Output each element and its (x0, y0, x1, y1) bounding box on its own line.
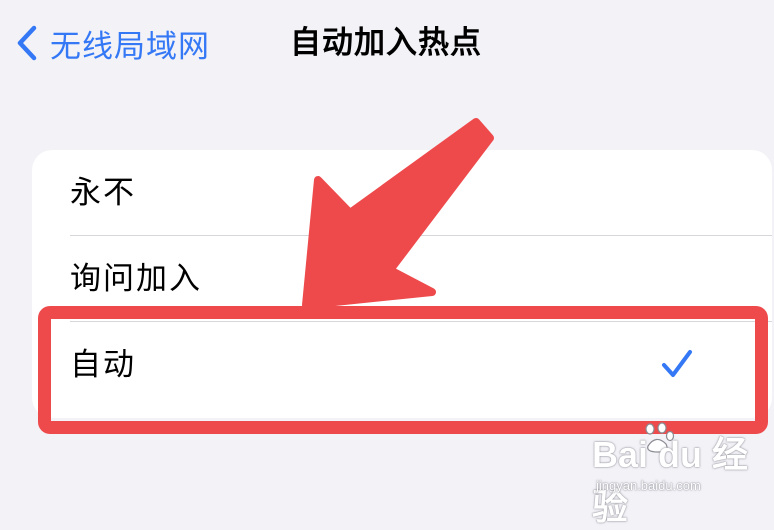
option-never[interactable]: 永不 (32, 150, 772, 236)
navigation-bar: 无线局域网 自动加入热点 (0, 0, 774, 90)
back-button[interactable]: 无线局域网 (16, 18, 210, 68)
option-automatic[interactable]: 自动 (32, 322, 772, 408)
back-button-label: 无线局域网 (50, 28, 210, 65)
watermark-logo: Bai du 经验 (592, 434, 749, 527)
chevron-left-icon (16, 25, 38, 61)
checkmark-icon (660, 347, 694, 381)
option-label: 询问加入 (70, 261, 202, 297)
option-ask-to-join[interactable]: 询问加入 (32, 236, 772, 322)
watermark-url: jingyan.baidu.com (596, 478, 701, 493)
option-label: 自动 (70, 347, 136, 383)
options-list: 永不 询问加入 自动 (32, 150, 772, 418)
page-title: 自动加入热点 (290, 25, 482, 61)
option-label: 永不 (70, 175, 136, 211)
baidu-jingyan-watermark: Bai du 经验 jingyan.baidu.com (592, 420, 768, 527)
paw-icon (640, 420, 676, 460)
